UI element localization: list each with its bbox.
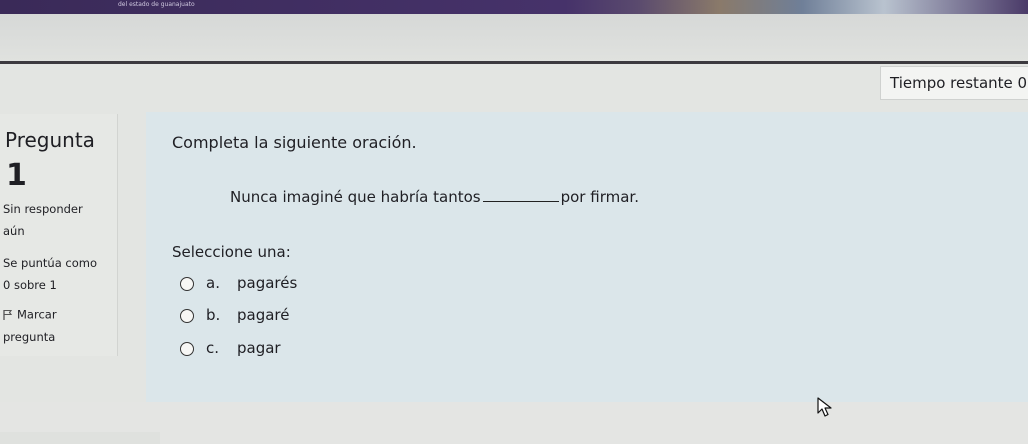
flag-icon [3, 309, 13, 320]
top-strip-text: del estado de guanajuato [118, 1, 195, 8]
bottom-edge [0, 432, 160, 444]
answer-option-a[interactable]: a. pagarés [180, 272, 297, 294]
header-divider [0, 61, 1028, 64]
grade-line2: 0 sobre 1 [3, 278, 57, 292]
question-prompt: Completa la siguiente oración. [172, 133, 417, 152]
radio-c[interactable] [180, 341, 194, 356]
sentence-before: Nunca imaginé que habría tantos [230, 188, 481, 206]
option-a-text: pagarés [237, 274, 298, 292]
option-c-text: pagar [237, 339, 281, 357]
browser-top-strip: del estado de guanajuato [0, 0, 1028, 14]
status-line2: aún [3, 224, 25, 238]
option-a-letter: a. [206, 274, 220, 292]
browser-band [0, 14, 1028, 62]
select-one-label: Seleccione una: [172, 243, 291, 261]
mouse-pointer-icon [817, 397, 832, 417]
option-b-text: pagaré [237, 306, 290, 324]
option-b-letter: b. [206, 306, 221, 324]
status-line1: Sin responder [3, 202, 83, 216]
question-label: Pregunta [5, 128, 95, 152]
grade-line1: Se puntúa como [3, 256, 98, 270]
flag-label-line2[interactable]: pregunta [3, 330, 115, 344]
question-sentence: Nunca imaginé que habría tantos por firma… [230, 188, 639, 206]
radio-b[interactable] [180, 308, 194, 323]
option-c-letter: c. [206, 339, 220, 357]
question-number: 1 [6, 158, 27, 193]
flag-label-line1: Marcar [17, 307, 57, 322]
radio-a[interactable] [180, 276, 194, 291]
timer-box: Tiempo restante 0 [880, 66, 1028, 100]
answer-option-c[interactable]: c. pagar [180, 337, 281, 359]
flag-question-link[interactable]: Marcar [3, 307, 57, 322]
sentence-after: por firmar. [560, 188, 639, 206]
question-info-panel: Pregunta 1 Sin responder aún Se puntúa c… [0, 114, 118, 356]
answer-option-b[interactable]: b. pagaré [180, 304, 290, 326]
answer-blank [482, 201, 559, 202]
question-content-panel: Completa la siguiente oración. Nunca ima… [146, 112, 1028, 402]
